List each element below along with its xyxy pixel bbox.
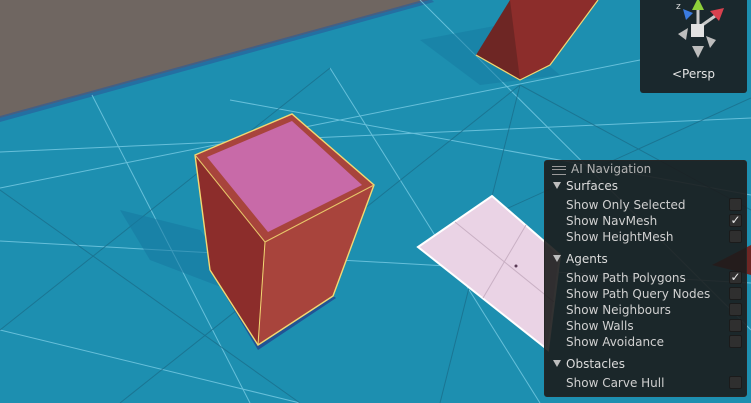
option-show-carve-hull[interactable]: Show Carve Hull <box>545 375 746 391</box>
checkbox[interactable] <box>729 335 742 348</box>
section-obstacles[interactable]: Obstacles <box>545 356 746 372</box>
checkbox[interactable] <box>729 303 742 316</box>
option-label: Show Path Query Nodes <box>566 287 711 301</box>
axis-gizmo[interactable]: z <box>640 0 747 67</box>
z-axis-cone[interactable] <box>683 9 693 20</box>
z-axis-label: z <box>676 2 681 12</box>
projection-toggle[interactable]: <Persp <box>640 67 747 81</box>
checkbox[interactable] <box>729 287 742 300</box>
neg-z-cone[interactable] <box>706 36 716 48</box>
selected-plane-pivot <box>514 264 518 268</box>
option-show-heightmesh[interactable]: Show HeightMesh <box>545 229 746 245</box>
section-surfaces[interactable]: Surfaces <box>545 178 746 194</box>
checkmark-icon: ✓ <box>730 270 741 284</box>
overlay-titlebar[interactable]: AI Navigation <box>545 162 746 177</box>
checkbox[interactable]: ✓ <box>729 271 742 284</box>
option-label: Show Only Selected <box>566 198 686 212</box>
checkbox[interactable]: ✓ <box>729 214 742 227</box>
checkbox[interactable] <box>729 230 742 243</box>
checkbox[interactable] <box>729 319 742 332</box>
option-show-only-selected[interactable]: Show Only Selected <box>545 197 746 213</box>
option-show-avoidance[interactable]: Show Avoidance <box>545 334 746 350</box>
neg-y-cone[interactable] <box>692 46 704 58</box>
option-label: Show Path Polygons <box>566 271 686 285</box>
option-label: Show Neighbours <box>566 303 671 317</box>
scene-gizmo[interactable]: z <Persp <box>640 0 747 93</box>
projection-label: Persp <box>682 67 716 81</box>
option-show-path-query-nodes[interactable]: Show Path Query Nodes <box>545 286 746 302</box>
foldout-arrow-icon[interactable] <box>553 182 561 189</box>
y-axis-cone[interactable] <box>692 0 704 10</box>
section-label: Agents <box>566 252 608 266</box>
section-label: Obstacles <box>566 357 625 371</box>
ai-navigation-overlay: AI Navigation Surfaces Show Only Selecte… <box>544 160 747 397</box>
checkbox[interactable] <box>729 198 742 211</box>
section-agents[interactable]: Agents <box>545 251 746 267</box>
option-show-neighbours[interactable]: Show Neighbours <box>545 302 746 318</box>
option-show-navmesh[interactable]: Show NavMesh ✓ <box>545 213 746 229</box>
foldout-arrow-icon[interactable] <box>553 255 561 262</box>
option-show-walls[interactable]: Show Walls <box>545 318 746 334</box>
drag-handle-icon[interactable] <box>552 166 566 175</box>
option-label: Show Walls <box>566 319 634 333</box>
gizmo-center-cube[interactable] <box>691 24 704 37</box>
projection-icon: < <box>671 67 683 81</box>
section-label: Surfaces <box>566 179 618 193</box>
option-show-path-polygons[interactable]: Show Path Polygons ✓ <box>545 270 746 286</box>
overlay-title: AI Navigation <box>571 162 652 176</box>
option-label: Show Avoidance <box>566 335 665 349</box>
checkmark-icon: ✓ <box>730 213 741 227</box>
option-label: Show NavMesh <box>566 214 658 228</box>
checkbox[interactable] <box>729 376 742 389</box>
neg-x-cone[interactable] <box>678 28 688 40</box>
option-label: Show HeightMesh <box>566 230 674 244</box>
option-label: Show Carve Hull <box>566 376 665 390</box>
foldout-arrow-icon[interactable] <box>553 360 561 367</box>
